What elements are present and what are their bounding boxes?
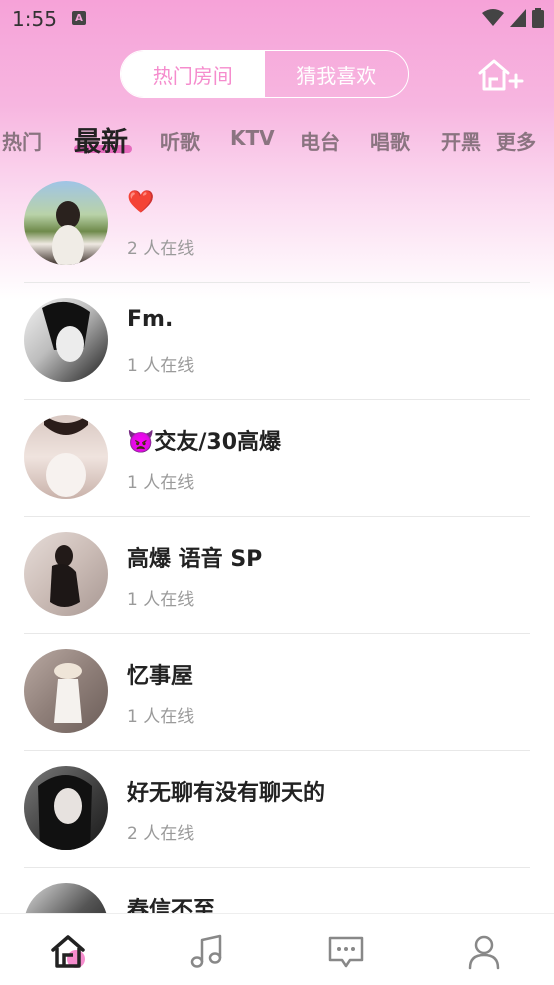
- room-type-toggle: 热门房间 猜我喜欢: [120, 50, 409, 98]
- create-room-button[interactable]: [476, 57, 524, 97]
- list-item[interactable]: 好无聊有没有聊天的 2 人在线: [0, 751, 554, 868]
- avatar: [24, 532, 108, 616]
- list-item[interactable]: ❤️ 2 人在线: [0, 166, 554, 283]
- room-title: 👿交友/30高爆: [127, 430, 282, 455]
- nav-home[interactable]: [49, 932, 89, 972]
- home-plus-icon: [478, 59, 524, 91]
- category-tab-sing[interactable]: 唱歌: [370, 126, 410, 155]
- notification-icon: A: [72, 11, 86, 25]
- category-tab-hot[interactable]: 热门: [2, 126, 42, 155]
- category-tab-ktv[interactable]: KTV: [230, 126, 275, 150]
- category-tab-gaming[interactable]: 开黑: [441, 126, 481, 155]
- room-title: 好无聊有没有聊天的: [127, 781, 326, 806]
- signal-icon: [510, 9, 526, 27]
- avatar: [24, 298, 108, 382]
- room-list: ❤️ 2 人在线 Fm. 1 人在线 👿交友/30高爆 1 人在线 高爆 语音 …: [0, 166, 554, 985]
- nav-messages[interactable]: [326, 932, 366, 972]
- online-count: 1 人在线: [127, 356, 195, 376]
- chat-icon: [328, 936, 364, 968]
- list-item[interactable]: 高爆 语音 SP 1 人在线: [0, 517, 554, 634]
- category-tab-radio[interactable]: 电台: [300, 126, 340, 155]
- tab-recommended[interactable]: 猜我喜欢: [265, 51, 409, 97]
- home-icon: [51, 935, 85, 968]
- tab-hot-rooms[interactable]: 热门房间: [121, 51, 265, 97]
- avatar: [24, 766, 108, 850]
- list-item[interactable]: 👿交友/30高爆 1 人在线: [0, 400, 554, 517]
- bottom-nav: [0, 913, 554, 985]
- category-tab-listen[interactable]: 听歌: [160, 126, 200, 155]
- room-title: ❤️: [127, 190, 155, 215]
- status-bar: 1:55 A: [0, 0, 554, 36]
- list-item[interactable]: 忆事屋 1 人在线: [0, 634, 554, 751]
- list-item[interactable]: Fm. 1 人在线: [0, 283, 554, 400]
- online-count: 2 人在线: [127, 239, 195, 259]
- nav-profile[interactable]: [464, 932, 504, 972]
- room-title: 忆事屋: [127, 664, 194, 689]
- avatar: [24, 181, 108, 265]
- wifi-icon: [482, 9, 504, 26]
- category-tab-more[interactable]: 更多: [496, 126, 536, 155]
- profile-icon: [468, 935, 500, 970]
- online-count: 2 人在线: [127, 824, 195, 844]
- music-note-icon: [190, 934, 222, 968]
- room-title: Fm.: [127, 307, 174, 332]
- category-tab-newest[interactable]: 最新: [74, 120, 128, 159]
- avatar: [24, 415, 108, 499]
- battery-icon: [532, 8, 544, 28]
- avatar: [24, 649, 108, 733]
- category-tabs: 热门 最新 听歌 KTV 电台 唱歌 开黑 更多: [0, 118, 554, 162]
- online-count: 1 人在线: [127, 707, 195, 727]
- status-time: 1:55: [12, 7, 57, 31]
- online-count: 1 人在线: [127, 473, 195, 493]
- online-count: 1 人在线: [127, 590, 195, 610]
- room-title: 高爆 语音 SP: [127, 547, 263, 572]
- status-indicators: [482, 8, 544, 28]
- nav-music[interactable]: [187, 932, 227, 972]
